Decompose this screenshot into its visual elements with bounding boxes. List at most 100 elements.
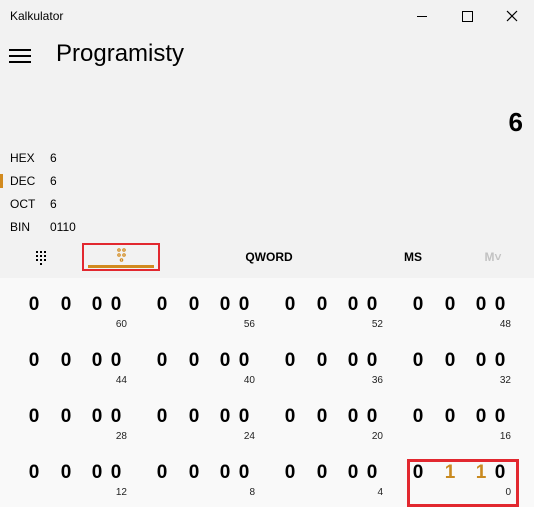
- bit-toggle[interactable]: 0: [59, 294, 73, 316]
- bit-toggle[interactable]: 0: [187, 294, 201, 316]
- close-button[interactable]: [490, 0, 534, 32]
- bit-group: 0 0 0 0 16: [411, 390, 531, 446]
- radix-value: 6: [50, 174, 57, 188]
- bit-group: 0 0 0 0 44: [27, 334, 147, 390]
- bit-toggle[interactable]: 0: [218, 294, 232, 316]
- memory-store-button[interactable]: MS: [398, 250, 428, 264]
- bit-group: 0 0 0 0 56: [155, 278, 275, 334]
- bit-group: 0 0 0 0 52: [283, 278, 403, 334]
- keypad-dots-icon: [36, 251, 46, 265]
- bit-toggle[interactable]: 0: [109, 294, 123, 316]
- bit-group: 00004: [283, 446, 403, 502]
- bit-toggle[interactable]: 0: [155, 406, 169, 428]
- bit-toggle[interactable]: 0: [218, 462, 232, 484]
- bit-toggle[interactable]: 0: [443, 350, 457, 372]
- bit-toggle[interactable]: 0: [411, 350, 425, 372]
- full-keypad-tab[interactable]: [30, 246, 54, 270]
- word-size-button[interactable]: QWORD: [236, 250, 302, 264]
- bit-toggle[interactable]: 0: [411, 406, 425, 428]
- bit-toggle[interactable]: 0: [27, 350, 41, 372]
- bit-toggle[interactable]: 0: [346, 294, 360, 316]
- bit-index-label: 36: [371, 375, 383, 386]
- bit-toggle[interactable]: 0: [155, 462, 169, 484]
- bit-toggle[interactable]: 0: [411, 294, 425, 316]
- bit-toggle[interactable]: 0: [59, 462, 73, 484]
- bit-toggle[interactable]: 0: [365, 462, 379, 484]
- bit-toggle[interactable]: 0: [493, 406, 507, 428]
- title-bar: Kalkulator: [0, 0, 534, 32]
- bit-toggle[interactable]: 0: [90, 350, 104, 372]
- bit-toggle[interactable]: 0: [187, 406, 201, 428]
- bit-toggle[interactable]: 0: [109, 462, 123, 484]
- toolbar: QWORD MS M˅: [0, 241, 534, 275]
- bit-toggle[interactable]: 0: [365, 406, 379, 428]
- bit-toggle[interactable]: 0: [346, 462, 360, 484]
- bit-toggle[interactable]: 0: [315, 462, 329, 484]
- bit-toggle[interactable]: 0: [90, 294, 104, 316]
- hamburger-line: [9, 49, 31, 51]
- radix-dec-row[interactable]: DEC 6: [0, 170, 200, 192]
- radix-hex-row[interactable]: HEX 6: [0, 147, 200, 169]
- bit-toggle[interactable]: 0: [109, 406, 123, 428]
- bit-toggle[interactable]: 0: [493, 350, 507, 372]
- bit-group: 0 0 0 0 20: [283, 390, 403, 446]
- bit-index-label: 44: [115, 375, 127, 386]
- bit-toggle[interactable]: 0: [474, 294, 488, 316]
- bit-toggle[interactable]: 0: [346, 406, 360, 428]
- bit-toggle[interactable]: 0: [59, 406, 73, 428]
- bit-toggle[interactable]: 0: [27, 406, 41, 428]
- bit-toggle[interactable]: 0: [237, 294, 251, 316]
- radix-bin-row[interactable]: BIN 0110: [0, 216, 200, 238]
- bit-toggle[interactable]: 0: [443, 406, 457, 428]
- bit-toggle[interactable]: 0: [237, 406, 251, 428]
- maximize-button[interactable]: [445, 0, 489, 32]
- bit-toggle[interactable]: 0: [155, 350, 169, 372]
- bit-toggle[interactable]: 0: [283, 406, 297, 428]
- radix-value: 6: [50, 151, 57, 165]
- bit-toggle[interactable]: 0: [237, 350, 251, 372]
- bit-toggle[interactable]: 0: [27, 294, 41, 316]
- bit-toggle[interactable]: 0: [218, 406, 232, 428]
- bit-toggle[interactable]: 0: [109, 350, 123, 372]
- bit-index-label: 56: [243, 319, 255, 330]
- bit-group: 0 0 0 0 48: [411, 278, 531, 334]
- bit-toggle[interactable]: 0: [474, 350, 488, 372]
- bit-toggle[interactable]: 0: [90, 406, 104, 428]
- bit-toggle[interactable]: 0: [365, 350, 379, 372]
- bit-toggle[interactable]: 0: [237, 462, 251, 484]
- bit-toggle[interactable]: 0: [315, 294, 329, 316]
- close-icon: [506, 10, 518, 22]
- radix-oct-row[interactable]: OCT 6: [0, 193, 200, 215]
- bit-group: 00008: [155, 446, 275, 502]
- bit-toggle[interactable]: 0: [155, 294, 169, 316]
- window-title: Kalkulator: [10, 9, 64, 23]
- bit-toggle[interactable]: 0: [283, 350, 297, 372]
- bit-group: 0 0 0 0 32: [411, 334, 531, 390]
- bit-toggle[interactable]: 0: [346, 350, 360, 372]
- radix-name: OCT: [10, 197, 36, 211]
- bit-toggle[interactable]: 0: [283, 294, 297, 316]
- bit-index-label: 12: [115, 487, 127, 498]
- bit-flip-tab[interactable]: [82, 243, 160, 271]
- radix-selected-indicator: [0, 174, 3, 188]
- bit-toggle[interactable]: 0: [365, 294, 379, 316]
- bit-toggle[interactable]: 0: [27, 462, 41, 484]
- bit-toggle[interactable]: 0: [493, 294, 507, 316]
- bit-index-label: 52: [371, 319, 383, 330]
- bit-toggle[interactable]: 0: [283, 462, 297, 484]
- bit-toggle[interactable]: 0: [187, 350, 201, 372]
- bit-toggle[interactable]: 0: [218, 350, 232, 372]
- bit-toggle[interactable]: 0: [90, 462, 104, 484]
- bit-toggle[interactable]: 0: [443, 294, 457, 316]
- bit-toggle[interactable]: 0: [315, 350, 329, 372]
- mode-title: Programisty: [56, 40, 185, 67]
- bit-toggle[interactable]: 0: [187, 462, 201, 484]
- bit-toggle[interactable]: 0: [474, 406, 488, 428]
- bit-toggle[interactable]: 0: [315, 406, 329, 428]
- bit-group: 0 0 0 0 36: [283, 334, 403, 390]
- minimize-button[interactable]: [400, 0, 444, 32]
- hamburger-menu-button[interactable]: [9, 45, 35, 67]
- bit-toggle[interactable]: 0: [59, 350, 73, 372]
- bit-group: 0 0 0 0 40: [155, 334, 275, 390]
- hamburger-line: [9, 61, 31, 63]
